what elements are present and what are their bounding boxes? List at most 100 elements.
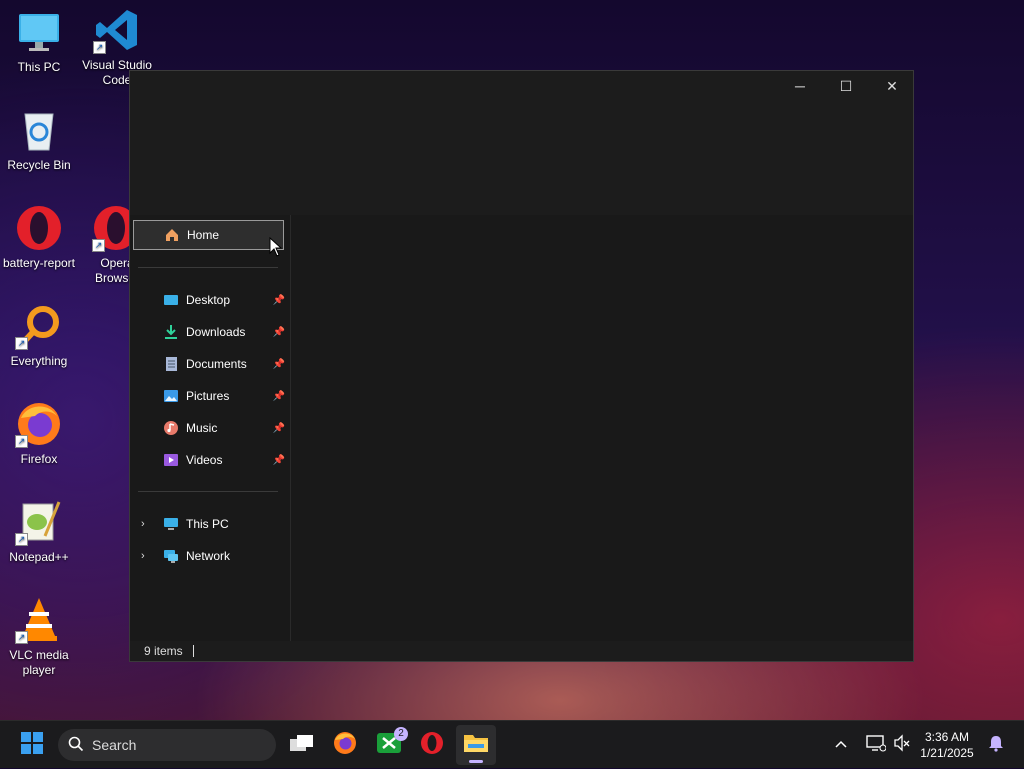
network-status[interactable]	[866, 721, 887, 769]
nav-item-label: Pictures	[186, 389, 230, 403]
nav-item-this-pc[interactable]: › This PC	[133, 509, 287, 539]
notifications-button[interactable]	[988, 721, 1004, 769]
chevron-right-icon[interactable]: ›	[141, 550, 145, 562]
nav-item-network[interactable]: › Network	[133, 541, 287, 571]
desktop-icon-firefox[interactable]: ↗ Firefox	[0, 400, 78, 467]
nav-item-label: Documents	[186, 357, 247, 371]
nav-divider	[138, 267, 278, 268]
firefox-icon	[332, 730, 358, 761]
desktop-icon-label: This PC	[17, 60, 61, 74]
download-icon	[163, 324, 179, 340]
desktop-icon-label: Everything	[10, 354, 68, 368]
desktop-icon-notepadpp[interactable]: ↗ Notepad++	[0, 498, 78, 565]
minimize-button[interactable]: ─	[777, 71, 823, 101]
desktop-icon-vlc[interactable]: ↗ VLC media player	[0, 596, 78, 678]
recycle-bin-icon	[15, 106, 63, 154]
nav-item-label: Videos	[186, 453, 223, 467]
desktop-icon-label: Firefox	[20, 452, 58, 466]
desktop-folder-icon	[163, 292, 179, 308]
nav-item-label: Network	[186, 549, 231, 563]
monitor-icon	[15, 8, 63, 56]
nav-item-home[interactable]: Home	[133, 220, 284, 250]
shortcut-arrow-icon: ↗	[15, 631, 28, 644]
volume-muted-icon	[893, 733, 911, 757]
opera-icon	[419, 730, 445, 761]
file-explorer-window: ─ ☐ ✕ Home Desktop 📌 Downloads 📌 Documen…	[129, 70, 914, 662]
desktop-icon-battery-report[interactable]: battery-report	[0, 204, 78, 271]
pin-icon[interactable]: 📌	[273, 295, 285, 306]
pin-icon[interactable]: 📌	[273, 327, 285, 338]
videos-icon	[163, 452, 179, 468]
nav-item-label: Music	[186, 421, 218, 435]
desktop-icon-label: Recycle Bin	[7, 158, 71, 172]
vscode-icon: ↗	[93, 6, 141, 54]
desktop-icon-everything[interactable]: ↗ Everything	[0, 302, 78, 369]
minimize-icon: ─	[795, 78, 805, 94]
taskbar-xbox[interactable]: 2	[369, 725, 409, 765]
chevron-right-icon[interactable]: ›	[141, 518, 145, 530]
taskbar-task-view[interactable]	[282, 725, 322, 765]
volume-status[interactable]	[893, 721, 911, 769]
start-button[interactable]	[12, 725, 52, 765]
desktop-icon-label: battery-report	[2, 256, 76, 270]
windows-logo-icon	[20, 731, 44, 760]
close-icon: ✕	[886, 77, 898, 94]
title-bar[interactable]: ─ ☐ ✕	[130, 71, 913, 101]
shortcut-arrow-icon: ↗	[15, 533, 28, 546]
taskbar-file-explorer[interactable]	[456, 725, 496, 765]
pin-icon[interactable]: 📌	[273, 391, 285, 402]
maximize-icon: ☐	[839, 77, 853, 94]
pin-icon[interactable]: 📌	[273, 359, 285, 370]
opera-icon: ↗	[92, 204, 134, 252]
desktop-icon-recycle-bin[interactable]: Recycle Bin	[0, 106, 78, 173]
opera-icon	[15, 204, 63, 252]
pin-icon[interactable]: 📌	[273, 423, 285, 434]
desktop-icon-label: Opera Browser	[94, 256, 134, 285]
nav-item-label: Desktop	[186, 293, 231, 307]
documents-icon	[163, 356, 179, 372]
search-icon	[68, 736, 84, 755]
nav-item-documents[interactable]: Documents 📌	[133, 349, 287, 379]
status-bar: 9 items	[130, 641, 913, 661]
vlc-icon: ↗	[15, 596, 63, 644]
taskbar-clock[interactable]: 3:36 AM 1/21/2025	[912, 729, 982, 761]
chevron-up-icon	[834, 736, 848, 754]
status-separator	[192, 645, 194, 657]
network-icon	[163, 548, 179, 564]
desktop-icon-label: Notepad++	[9, 550, 69, 564]
taskbar-opera[interactable]	[412, 725, 452, 765]
mouse-cursor-icon	[269, 237, 283, 257]
nav-divider	[138, 491, 278, 492]
desktop-icon-this-pc[interactable]: This PC	[0, 8, 78, 75]
pin-icon[interactable]: 📌	[273, 455, 285, 466]
music-icon	[163, 420, 179, 436]
clock-date: 1/21/2025	[920, 746, 974, 760]
active-indicator	[469, 760, 483, 763]
desktop-icon-label: VLC media player	[9, 648, 69, 677]
taskbar: Search 2 3:36 AM 1/21/2025	[0, 720, 1024, 768]
item-count: 9 items	[144, 644, 183, 658]
navigation-pane[interactable]: Home Desktop 📌 Downloads 📌 Documents 📌 P…	[130, 215, 291, 641]
clock-time: 3:36 AM	[924, 730, 970, 744]
nav-item-pictures[interactable]: Pictures 📌	[133, 381, 287, 411]
shortcut-arrow-icon: ↗	[93, 41, 106, 54]
nav-item-music[interactable]: Music 📌	[133, 413, 287, 443]
notepadpp-icon: ↗	[15, 498, 63, 546]
search-placeholder: Search	[92, 737, 137, 753]
nav-item-desktop[interactable]: Desktop 📌	[133, 285, 287, 315]
desktop-icon-opera[interactable]: ↗ Opera Browser	[78, 204, 134, 286]
show-hidden-icons[interactable]	[834, 721, 848, 769]
maximize-button[interactable]: ☐	[823, 71, 869, 101]
nav-item-downloads[interactable]: Downloads 📌	[133, 317, 287, 347]
task-view-icon	[289, 732, 315, 759]
monitor-icon	[163, 516, 179, 532]
nav-item-videos[interactable]: Videos 📌	[133, 445, 287, 475]
firefox-icon: ↗	[15, 400, 63, 448]
taskbar-search[interactable]: Search	[58, 729, 276, 761]
toolbar-area	[130, 101, 913, 215]
network-icon	[866, 734, 887, 757]
close-button[interactable]: ✕	[869, 71, 915, 101]
taskbar-firefox[interactable]	[325, 725, 365, 765]
shortcut-arrow-icon: ↗	[15, 435, 28, 448]
content-area: Home Desktop 📌 Downloads 📌 Documents 📌 P…	[130, 215, 913, 641]
